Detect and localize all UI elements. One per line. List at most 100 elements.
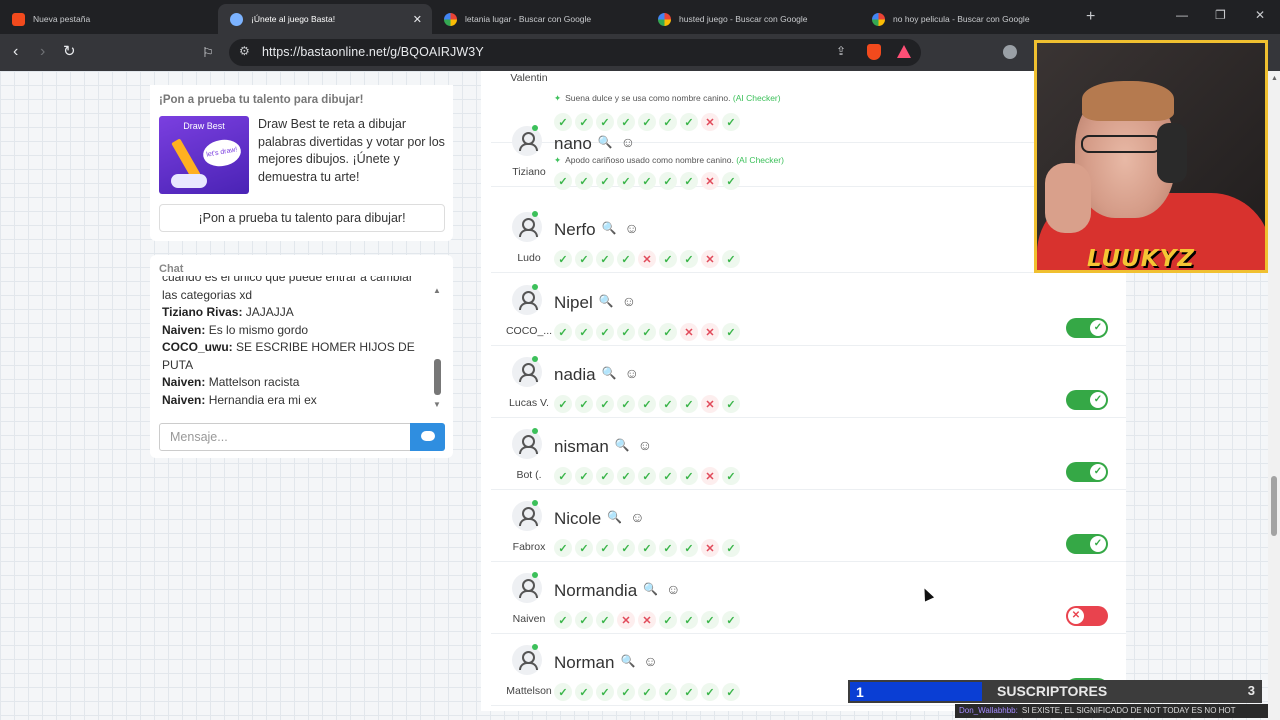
vote-approve-icon: ✓ <box>722 250 740 268</box>
vote-approve-icon: ✓ <box>722 611 740 629</box>
vote-list: ✓ ✓ ✓ ✕ ✕ ✓ ✓ ✓ ✓ <box>554 611 743 629</box>
add-reaction-icon[interactable]: ☺ <box>638 437 652 453</box>
search-icon[interactable]: 🔍 <box>602 221 617 235</box>
search-icon[interactable]: 🔍 <box>599 294 614 308</box>
vote-approve-icon: ✓ <box>638 395 656 413</box>
forward-icon[interactable]: › <box>40 43 45 61</box>
share-icon[interactable]: ⇪ <box>836 44 846 58</box>
vote-reject-icon: ✕ <box>638 611 656 629</box>
rewards-icon[interactable] <box>897 45 911 58</box>
add-reaction-icon[interactable]: ☺ <box>622 293 636 309</box>
vote-approve-icon: ✓ <box>596 467 614 485</box>
brave-shield-icon[interactable] <box>867 44 881 60</box>
back-icon[interactable]: ‹ <box>13 43 18 61</box>
site-settings-icon[interactable]: ⚙ <box>239 44 250 58</box>
vote-approve-icon: ✓ <box>680 172 698 190</box>
streamer-name: LUUKYZ <box>1087 246 1195 272</box>
close-icon[interactable]: ✕ <box>413 13 422 26</box>
vote-approve-icon: ✓ <box>554 172 572 190</box>
player-row: Normandia 🔍 ☺ Naiven ✓ ✓ ✓ ✕ ✕ ✓ ✓ ✓ ✓ ✕ <box>491 562 1126 634</box>
user-avatar-icon <box>512 212 542 242</box>
new-tab-icon[interactable]: + <box>1086 8 1095 26</box>
add-reaction-icon[interactable]: ☺ <box>630 509 644 525</box>
vote-approve-icon: ✓ <box>554 611 572 629</box>
scroll-up-icon[interactable]: ▲ <box>433 286 441 295</box>
check-icon: ✓ <box>1090 320 1106 336</box>
vote-approve-icon: ✓ <box>659 539 677 557</box>
promo-image[interactable]: Draw Best let's draw! <box>159 116 249 194</box>
vote-approve-icon: ✓ <box>722 683 740 701</box>
chat-log[interactable]: cuando es el único que puede entrar a ca… <box>162 276 424 412</box>
chat-text: Es lo mismo gordo <box>205 322 309 337</box>
google-icon <box>444 12 457 26</box>
scroll-up-icon[interactable]: ▲ <box>1271 75 1278 82</box>
tab-new-tab[interactable]: Nueva pestaña <box>0 4 218 34</box>
chat-panel: Chat cuando es el único que puede entrar… <box>150 255 453 458</box>
accept-answer-toggle[interactable]: ✓ <box>1066 534 1108 554</box>
vote-approve-icon: ✓ <box>596 683 614 701</box>
accept-answer-toggle[interactable]: ✓ <box>1066 462 1108 482</box>
tab-search-no-hoy[interactable]: no hoy pelicula - Buscar con Google <box>860 4 1074 34</box>
vote-list: ✓ ✓ ✓ ✓ ✓ ✓ ✓ ✕ ✓ <box>554 172 743 190</box>
add-reaction-icon[interactable]: ☺ <box>625 365 639 381</box>
reload-icon[interactable]: ↻ <box>63 43 76 61</box>
vote-reject-icon: ✕ <box>680 323 698 341</box>
maximize-icon[interactable]: ❐ <box>1215 8 1226 22</box>
vote-approve-icon: ✓ <box>554 323 572 341</box>
bookmark-icon[interactable]: ⚐ <box>202 44 214 62</box>
window-close-icon[interactable]: ✕ <box>1255 8 1265 22</box>
vote-approve-icon: ✓ <box>617 683 635 701</box>
chat-scrollbar[interactable] <box>434 359 441 395</box>
vote-list: ✓ ✓ ✓ ✓ ✓ ✓ ✓ ✕ ✓ <box>554 539 743 557</box>
search-icon[interactable]: 🔍 <box>643 582 658 596</box>
address-bar[interactable]: ⚙ https://bastaonline.net/g/BQOAIRJW3Y ⇪ <box>229 39 921 66</box>
webcam-glasses <box>1081 135 1161 153</box>
vote-approve-icon: ✓ <box>617 539 635 557</box>
user-avatar-icon <box>512 429 542 459</box>
chat-message-input[interactable] <box>159 423 411 451</box>
tab-search-letania[interactable]: letania lugar - Buscar con Google <box>432 4 646 34</box>
promo-button[interactable]: ¡Pon a prueba tu talento para dibujar! <box>159 204 445 232</box>
promo-card: ¡Pon a prueba tu talento para dibujar! D… <box>150 85 453 241</box>
search-icon[interactable]: 🔍 <box>615 438 630 452</box>
vote-approve-icon: ✓ <box>596 250 614 268</box>
accept-answer-toggle[interactable]: ✓ <box>1066 318 1108 338</box>
accept-answer-toggle[interactable]: ✓ <box>1066 390 1108 410</box>
page-scrollbar[interactable]: ▲ <box>1268 71 1280 720</box>
player-row: Nerfo 🔍 ☺ Ludo ✓ ✓ ✓ ✓ ✕ ✓ ✓ ✕ ✓ <box>491 201 1126 273</box>
tab-bar: Nueva pestaña ¡Únete al juego Basta! ✕ l… <box>0 0 1280 34</box>
vote-approve-icon: ✓ <box>659 683 677 701</box>
search-icon[interactable]: 🔍 <box>607 510 622 524</box>
search-icon[interactable]: 🔍 <box>598 135 613 149</box>
profile-icon[interactable] <box>1003 45 1017 59</box>
search-icon[interactable]: 🔍 <box>602 366 617 380</box>
check-icon: ✓ <box>1090 392 1106 408</box>
send-message-button[interactable] <box>410 423 445 451</box>
vote-approve-icon: ✓ <box>701 611 719 629</box>
ai-checker-note: ✦ Apodo cariñoso usado como nombre canino… <box>554 155 784 166</box>
subscriber-goal-bar: 1 SUSCRIPTORES 3 <box>848 680 1262 703</box>
vote-approve-icon: ✓ <box>638 539 656 557</box>
add-reaction-icon[interactable]: ☺ <box>621 134 635 150</box>
vote-approve-icon: ✓ <box>659 611 677 629</box>
minimize-icon[interactable]: — <box>1176 8 1188 22</box>
chat-message: COCO_uwu: SE ESCRIBE HOMER HIJOS DE PUTA <box>162 339 424 374</box>
ai-checker-text: Apodo cariñoso usado como nombre canino. <box>565 155 734 165</box>
tab-basta[interactable]: ¡Únete al juego Basta! ✕ <box>218 4 432 34</box>
online-indicator <box>532 125 538 131</box>
ai-checker-note: ✦ Suena dulce y se usa como nombre canino… <box>554 93 781 104</box>
tab-title: letania lugar - Buscar con Google <box>465 14 592 24</box>
chat-user: COCO_uwu: <box>162 340 233 354</box>
tab-search-husted[interactable]: husted juego - Buscar con Google <box>646 4 860 34</box>
search-icon[interactable]: 🔍 <box>620 654 635 668</box>
scrollbar-thumb[interactable] <box>1271 476 1277 536</box>
add-reaction-icon[interactable]: ☺ <box>625 220 639 236</box>
answer-text: Nerfo <box>554 220 596 239</box>
player-name: Valentin <box>510 72 548 84</box>
chat-message-partial: cuando es el único que puede entrar a ca… <box>162 276 413 302</box>
add-reaction-icon[interactable]: ☺ <box>666 581 680 597</box>
accept-answer-toggle[interactable]: ✕ <box>1066 606 1108 626</box>
scroll-down-icon[interactable]: ▼ <box>433 400 441 409</box>
add-reaction-icon[interactable]: ☺ <box>643 653 657 669</box>
url-text[interactable]: https://bastaonline.net/g/BQOAIRJW3Y <box>262 45 484 59</box>
